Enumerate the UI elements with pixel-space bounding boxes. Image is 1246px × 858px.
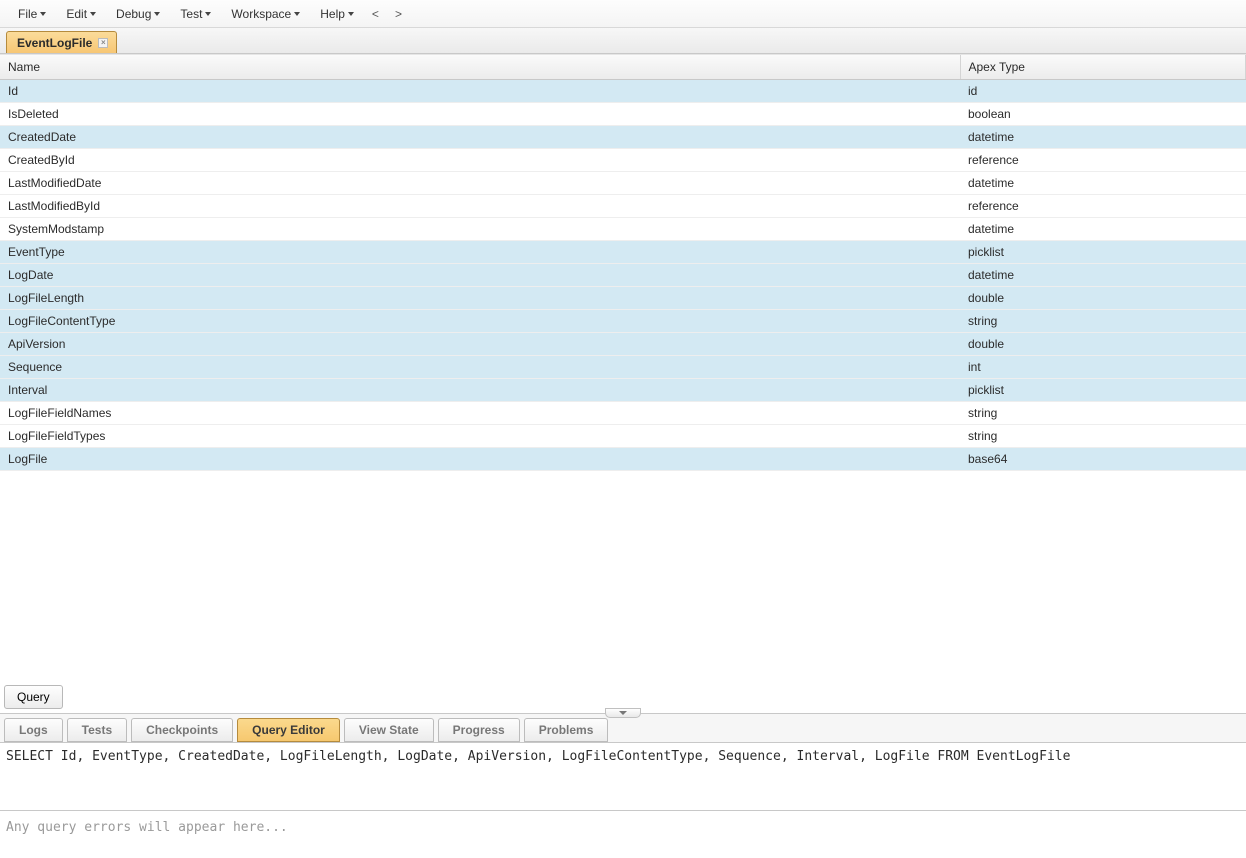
cell-name: LogFile <box>0 448 960 471</box>
query-errors-area: Any query errors will appear here... <box>0 814 1246 858</box>
cell-name: LogDate <box>0 264 960 287</box>
cell-name: EventType <box>0 241 960 264</box>
cell-name: CreatedDate <box>0 126 960 149</box>
table-row[interactable]: IsDeletedboolean <box>0 103 1246 126</box>
table-row[interactable]: Intervalpicklist <box>0 379 1246 402</box>
bottom-tab-problems[interactable]: Problems <box>524 718 609 742</box>
table-row[interactable]: LogFilebase64 <box>0 448 1246 471</box>
menubar: File Edit Debug Test Workspace Help < > <box>0 0 1246 28</box>
bottom-tabs: LogsTestsCheckpointsQuery EditorView Sta… <box>0 714 1246 743</box>
cell-apextype: string <box>960 310 1246 333</box>
cell-apextype: reference <box>960 195 1246 218</box>
cell-apextype: reference <box>960 149 1246 172</box>
table-row[interactable]: LogFileLengthdouble <box>0 287 1246 310</box>
caret-icon <box>40 12 46 16</box>
table-row[interactable]: Idid <box>0 80 1246 103</box>
nav-forward-button[interactable]: > <box>387 3 410 25</box>
table-row[interactable]: SystemModstampdatetime <box>0 218 1246 241</box>
cell-apextype: datetime <box>960 264 1246 287</box>
nav-back-button[interactable]: < <box>364 3 387 25</box>
cell-name: ApiVersion <box>0 333 960 356</box>
cell-apextype: int <box>960 356 1246 379</box>
cell-name: Id <box>0 80 960 103</box>
cell-name: LastModifiedById <box>0 195 960 218</box>
table-row[interactable]: LogFileFieldTypesstring <box>0 425 1246 448</box>
caret-icon <box>348 12 354 16</box>
table-row[interactable]: LogFileFieldNamesstring <box>0 402 1246 425</box>
caret-icon <box>294 12 300 16</box>
tab-close-icon[interactable]: × <box>98 38 108 48</box>
cell-apextype: string <box>960 402 1246 425</box>
column-header-apextype[interactable]: Apex Type <box>960 55 1246 80</box>
bottom-tab-view-state[interactable]: View State <box>344 718 434 742</box>
cell-apextype: datetime <box>960 218 1246 241</box>
cell-apextype: string <box>960 425 1246 448</box>
bottom-tab-tests[interactable]: Tests <box>67 718 127 742</box>
menu-debug[interactable]: Debug <box>106 3 170 25</box>
bottom-tab-progress[interactable]: Progress <box>438 718 520 742</box>
column-header-name[interactable]: Name <box>0 55 960 80</box>
cell-name: LogFileFieldTypes <box>0 425 960 448</box>
cell-name: CreatedById <box>0 149 960 172</box>
menu-edit[interactable]: Edit <box>56 3 106 25</box>
fields-table: Name Apex Type IdidIsDeletedbooleanCreat… <box>0 55 1246 471</box>
chevron-down-icon <box>619 711 627 715</box>
cell-name: LogFileFieldNames <box>0 402 960 425</box>
table-row[interactable]: EventTypepicklist <box>0 241 1246 264</box>
menu-help[interactable]: Help <box>310 3 364 25</box>
menu-file[interactable]: File <box>8 3 56 25</box>
table-row[interactable]: LogDatedatetime <box>0 264 1246 287</box>
cell-name: SystemModstamp <box>0 218 960 241</box>
cell-apextype: picklist <box>960 241 1246 264</box>
tab-eventlogfile[interactable]: EventLogFile × <box>6 31 117 53</box>
bottom-tab-checkpoints[interactable]: Checkpoints <box>131 718 233 742</box>
cell-name: LogFileLength <box>0 287 960 310</box>
tab-title: EventLogFile <box>17 36 92 50</box>
cell-name: IsDeleted <box>0 103 960 126</box>
bottom-tab-query-editor[interactable]: Query Editor <box>237 718 340 742</box>
table-row[interactable]: CreatedByIdreference <box>0 149 1246 172</box>
cell-apextype: id <box>960 80 1246 103</box>
cell-name: LogFileContentType <box>0 310 960 333</box>
splitter-handle[interactable] <box>605 708 641 718</box>
bottom-tab-logs[interactable]: Logs <box>4 718 63 742</box>
cell-apextype: picklist <box>960 379 1246 402</box>
cell-apextype: datetime <box>960 126 1246 149</box>
table-row[interactable]: ApiVersiondouble <box>0 333 1246 356</box>
menu-test[interactable]: Test <box>170 3 221 25</box>
cell-name: Sequence <box>0 356 960 379</box>
caret-icon <box>90 12 96 16</box>
caret-icon <box>154 12 160 16</box>
editor-tabstrip: EventLogFile × <box>0 28 1246 54</box>
bottom-panel: LogsTestsCheckpointsQuery EditorView Sta… <box>0 713 1246 858</box>
cell-name: Interval <box>0 379 960 402</box>
query-button[interactable]: Query <box>4 685 63 709</box>
menu-workspace[interactable]: Workspace <box>221 3 310 25</box>
table-row[interactable]: Sequenceint <box>0 356 1246 379</box>
caret-icon <box>205 12 211 16</box>
table-row[interactable]: CreatedDatedatetime <box>0 126 1246 149</box>
fields-table-wrap[interactable]: Name Apex Type IdidIsDeletedbooleanCreat… <box>0 54 1246 681</box>
cell-name: LastModifiedDate <box>0 172 960 195</box>
table-row[interactable]: LastModifiedByIdreference <box>0 195 1246 218</box>
table-row[interactable]: LastModifiedDatedatetime <box>0 172 1246 195</box>
cell-apextype: datetime <box>960 172 1246 195</box>
cell-apextype: double <box>960 287 1246 310</box>
query-editor-textarea[interactable] <box>0 743 1246 811</box>
cell-apextype: base64 <box>960 448 1246 471</box>
cell-apextype: double <box>960 333 1246 356</box>
cell-apextype: boolean <box>960 103 1246 126</box>
table-row[interactable]: LogFileContentTypestring <box>0 310 1246 333</box>
